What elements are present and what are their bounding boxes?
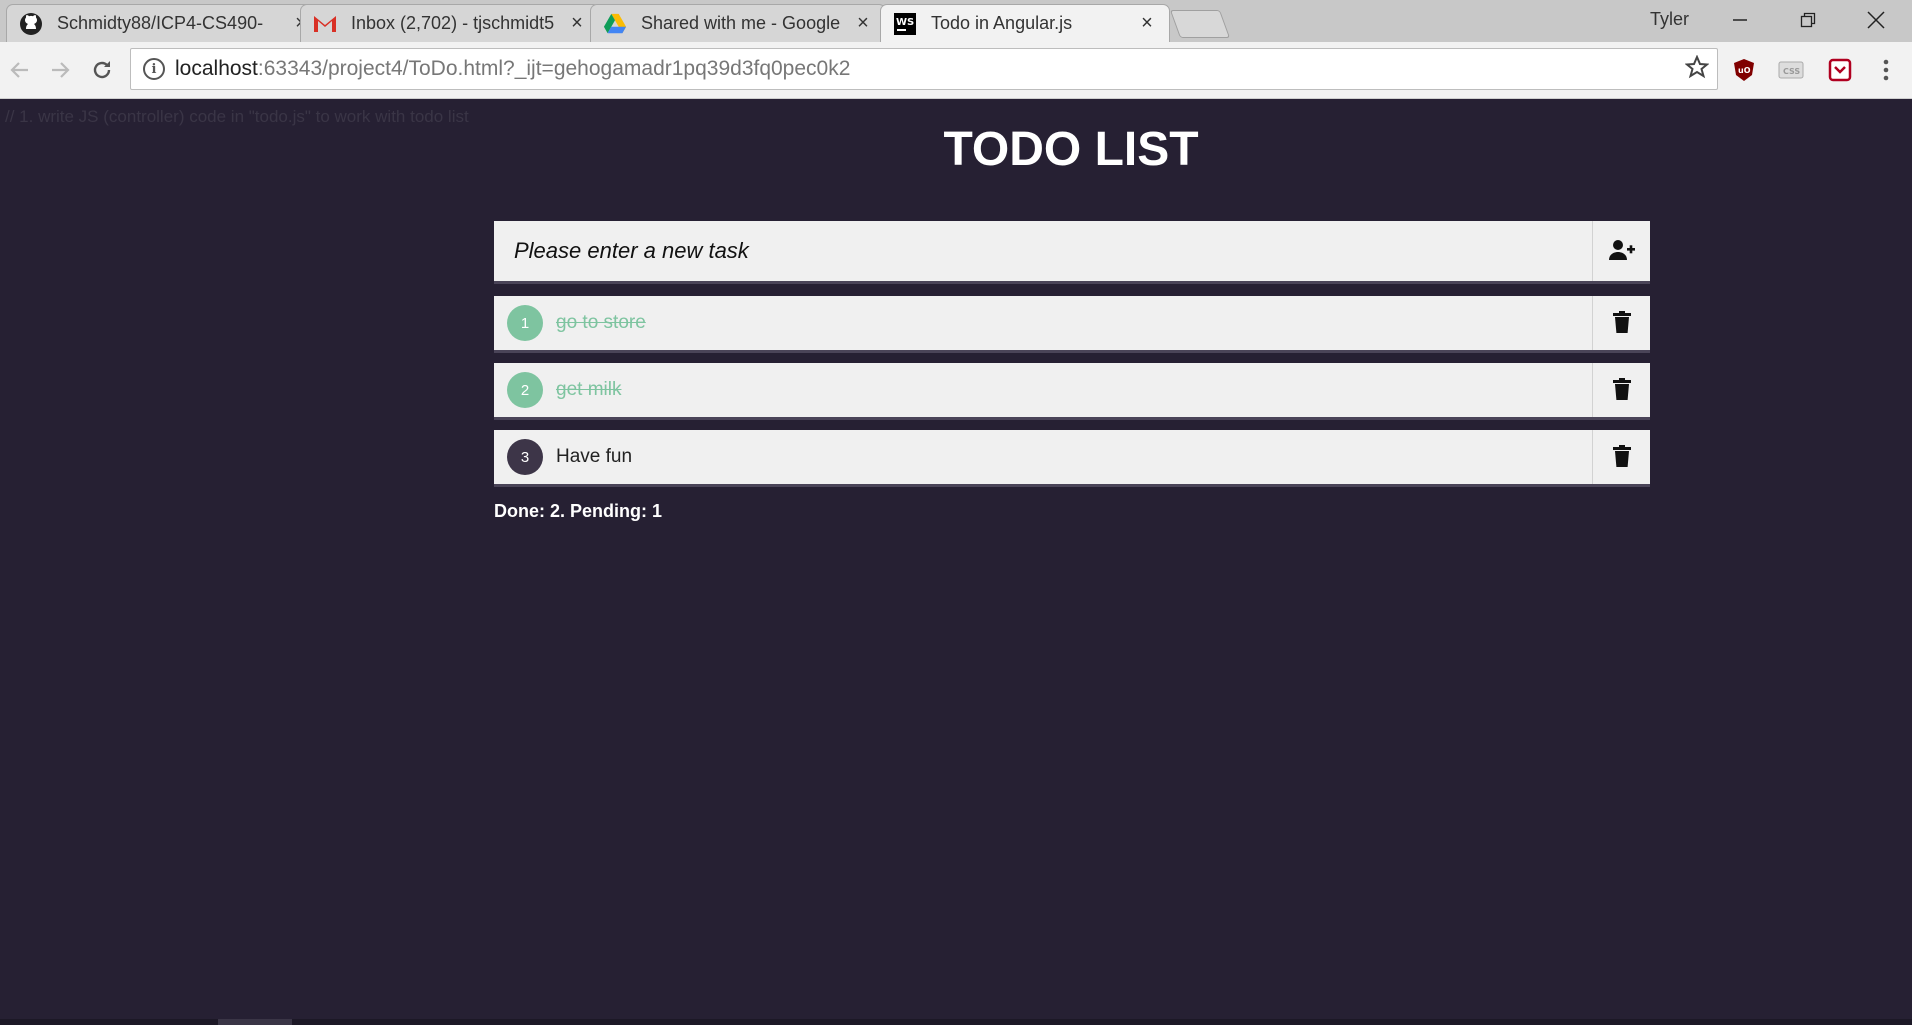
address-bar[interactable]: i localhost:63343/project4/ToDo.html?_ij… — [130, 48, 1718, 90]
horizontal-scrollbar[interactable] — [0, 1019, 1912, 1025]
task-status-summary: Done: 2. Pending: 1 — [494, 501, 663, 521]
browser-tab-github[interactable]: Schmidty88/ICP4-CS490- × — [6, 4, 324, 42]
webstorm-icon: WS — [893, 12, 917, 36]
forward-arrow-icon[interactable] — [42, 52, 78, 88]
tab-title: Inbox (2,702) - tjschmidt5 — [351, 13, 555, 33]
url-host: localhost — [175, 57, 258, 80]
profile-name[interactable]: Tyler — [1650, 9, 1689, 30]
minimize-icon[interactable] — [1706, 0, 1774, 40]
restore-icon[interactable] — [1774, 0, 1842, 40]
delete-task-button[interactable] — [1592, 430, 1650, 484]
css-viewer-icon[interactable]: CSS — [1777, 56, 1805, 84]
trash-icon — [1612, 310, 1631, 336]
add-task-button[interactable] — [1592, 221, 1650, 281]
task-text: get milk — [556, 379, 622, 400]
url-path: :63343/project4/ToDo.html?_ijt=gehogamad… — [257, 57, 851, 80]
svg-text:uO: uO — [1738, 66, 1751, 75]
task-text: go to store — [556, 312, 646, 333]
svg-text:CSS: CSS — [1783, 67, 1800, 76]
toggle-task-2[interactable]: 2 get milk — [494, 363, 1592, 417]
reload-icon[interactable] — [84, 52, 120, 88]
todo-item: 1 go to store — [494, 296, 1650, 350]
page-title: TODO LIST — [943, 123, 1199, 176]
info-icon[interactable]: i — [143, 58, 165, 80]
tab-title: Schmidty88/ICP4-CS490- — [57, 13, 264, 33]
browser-tab-drive[interactable]: Shared with me - Google × — [590, 4, 886, 42]
google-drive-icon — [603, 12, 627, 36]
browser-tab-strip: Schmidty88/ICP4-CS490- × Inbox (2,702) -… — [0, 0, 1912, 42]
new-task-form — [494, 221, 1650, 281]
gmail-icon — [313, 12, 337, 36]
delete-task-button[interactable] — [1592, 363, 1650, 417]
todo-item: 3 Have fun — [494, 430, 1650, 484]
svg-text:WS: WS — [896, 17, 914, 28]
close-window-icon[interactable] — [1842, 0, 1910, 40]
task-number-badge: 1 — [507, 305, 543, 341]
delete-task-button[interactable] — [1592, 296, 1650, 350]
new-task-input[interactable] — [494, 221, 1592, 281]
close-tab-icon[interactable]: × — [1137, 12, 1157, 35]
menu-kebab-icon[interactable] — [1872, 56, 1900, 84]
browser-tab-todo[interactable]: WS Todo in Angular.js × — [880, 4, 1170, 42]
add-user-icon — [1608, 239, 1635, 264]
todo-item: 2 get milk — [494, 363, 1650, 417]
bookmark-star-icon[interactable] — [1684, 54, 1710, 86]
browser-tab-gmail[interactable]: Inbox (2,702) - tjschmidt5 × — [300, 4, 600, 42]
trash-icon — [1612, 377, 1631, 403]
toggle-task-1[interactable]: 1 go to store — [494, 296, 1592, 350]
browser-toolbar: i localhost:63343/project4/ToDo.html?_ij… — [0, 42, 1912, 99]
code-comment-text: // 1. write JS (controller) code in "tod… — [5, 107, 469, 126]
close-tab-icon[interactable]: × — [567, 12, 587, 35]
toggle-task-3[interactable]: 3 Have fun — [494, 430, 1592, 484]
pocket-icon[interactable] — [1826, 56, 1854, 84]
trash-icon — [1612, 444, 1631, 470]
back-arrow-icon[interactable] — [2, 52, 38, 88]
tab-title: Shared with me - Google — [641, 13, 841, 33]
scrollbar-thumb[interactable] — [218, 1019, 292, 1025]
github-icon — [19, 12, 43, 36]
task-text: Have fun — [556, 446, 633, 467]
task-number-badge: 3 — [507, 439, 543, 475]
task-number-badge: 2 — [507, 372, 543, 408]
ublock-icon[interactable]: uO — [1730, 56, 1758, 84]
tab-title: Todo in Angular.js — [931, 13, 1073, 33]
close-tab-icon[interactable]: × — [853, 12, 873, 35]
new-tab-button[interactable] — [1169, 10, 1231, 38]
todo-list: 1 go to store 2 get milk 3 Have fun — [494, 296, 1650, 497]
